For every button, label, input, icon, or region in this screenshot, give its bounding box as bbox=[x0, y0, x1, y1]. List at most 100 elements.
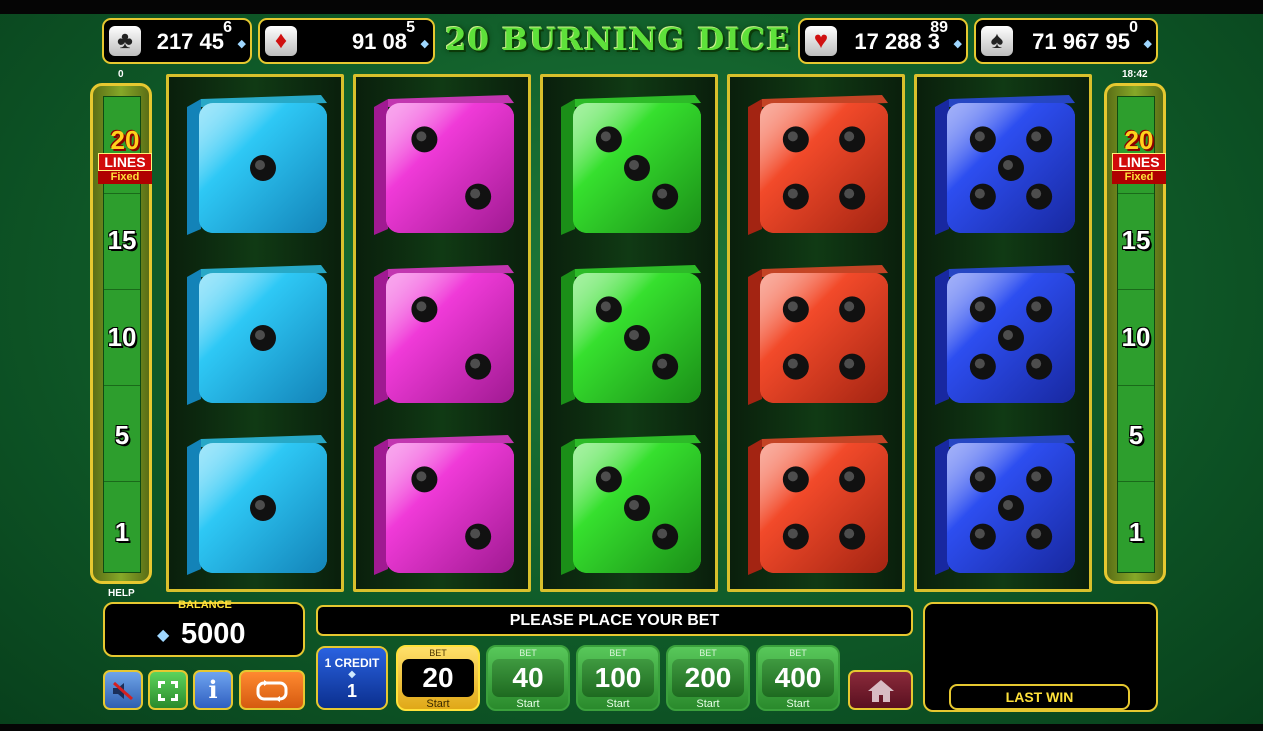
die-face-3 bbox=[557, 263, 705, 409]
divider bbox=[1118, 193, 1154, 194]
bet-button-40[interactable]: BET 40 Start bbox=[486, 645, 570, 711]
lines-badge: 20 LINES Fixed bbox=[1112, 127, 1166, 184]
diamond-gem-icon: ◆ bbox=[420, 38, 429, 50]
line-marker-1: 1 bbox=[1128, 517, 1144, 547]
jackpot-diamond: ♦ 91 08 5 ◆ bbox=[258, 18, 435, 64]
die-face-4 bbox=[744, 93, 892, 239]
bet-start-label: Start bbox=[696, 698, 720, 710]
left-lines-panel: 20 LINES Fixed 15 10 5 1 bbox=[90, 83, 152, 584]
divider bbox=[104, 481, 140, 482]
jackpot-amount: 71 967 95 bbox=[1032, 29, 1130, 54]
die-face-5 bbox=[931, 93, 1079, 239]
sound-off-icon bbox=[110, 679, 136, 701]
bet-value: 20 bbox=[402, 659, 474, 697]
jackpot-amount: 17 288 3 bbox=[854, 29, 940, 54]
heart-icon: ♥ bbox=[805, 26, 837, 56]
divider bbox=[1118, 289, 1154, 290]
top-black-strip bbox=[0, 0, 1263, 14]
divider bbox=[1118, 385, 1154, 386]
diamond-icon: ♦ bbox=[265, 26, 297, 56]
lines-count: 20 bbox=[1124, 125, 1154, 155]
die-face-4 bbox=[744, 433, 892, 579]
lines-label: LINES bbox=[98, 153, 152, 171]
bet-button-100[interactable]: BET 100 Start bbox=[576, 645, 660, 711]
die-face-1 bbox=[183, 433, 331, 579]
diamond-gem-icon: ◆ bbox=[348, 669, 356, 680]
bet-value: 40 bbox=[492, 659, 564, 697]
die-face-1 bbox=[183, 93, 331, 239]
diamond-gem-icon: ◆ bbox=[157, 627, 170, 644]
balance-label: BALANCE bbox=[178, 599, 232, 611]
reel-1 bbox=[166, 74, 344, 592]
reel-4 bbox=[727, 74, 905, 592]
line-marker-5: 5 bbox=[114, 420, 130, 450]
lines-label: LINES bbox=[1112, 153, 1166, 171]
bet-top-label: BET bbox=[699, 648, 717, 658]
reel-3 bbox=[540, 74, 718, 592]
jackpot-superscript: 5 bbox=[406, 19, 415, 36]
sound-toggle-button[interactable] bbox=[103, 670, 143, 710]
bet-value: 200 bbox=[672, 659, 744, 697]
jackpot-superscript: 89 bbox=[930, 19, 948, 36]
fullscreen-icon bbox=[156, 679, 180, 701]
divider bbox=[1118, 481, 1154, 482]
info-button[interactable]: i bbox=[193, 670, 233, 710]
left-lines-track: 20 LINES Fixed 15 10 5 1 bbox=[98, 96, 152, 573]
jackpot-amount: 91 08 bbox=[351, 29, 407, 54]
bet-button-400[interactable]: BET 400 Start bbox=[756, 645, 840, 711]
die-face-3 bbox=[557, 433, 705, 579]
credit-value: 1 bbox=[346, 681, 357, 701]
jackpot-amount: 217 45 bbox=[156, 29, 224, 54]
lines-badge: 20 LINES Fixed bbox=[98, 127, 152, 184]
line-marker-15: 15 bbox=[1121, 225, 1151, 255]
die-face-5 bbox=[931, 433, 1079, 579]
credit-label: 1 CREDIT bbox=[324, 656, 380, 670]
autoplay-icon bbox=[254, 679, 290, 702]
clock: 18:42 bbox=[1122, 69, 1148, 80]
jackpot-heart: ♥ 17 288 3 89 ◆ bbox=[798, 18, 968, 64]
lines-count: 20 bbox=[110, 125, 140, 155]
bet-start-label: Start bbox=[426, 698, 450, 710]
die-face-3 bbox=[557, 93, 705, 239]
bet-top-label: BET bbox=[429, 648, 447, 658]
bet-button-200[interactable]: BET 200 Start bbox=[666, 645, 750, 711]
autoplay-button[interactable] bbox=[239, 670, 305, 710]
divider bbox=[104, 193, 140, 194]
bet-button-20[interactable]: BET 20 Start bbox=[396, 645, 480, 711]
bet-start-label: Start bbox=[606, 698, 630, 710]
line-marker-1: 1 bbox=[114, 517, 130, 547]
status-message: PLEASE PLACE YOUR BET bbox=[316, 605, 913, 636]
right-lines-track: 20 LINES Fixed 15 10 5 1 bbox=[1112, 96, 1166, 573]
bet-start-label: Start bbox=[786, 698, 810, 710]
bet-value: 100 bbox=[582, 659, 654, 697]
balance-value: 5000 bbox=[181, 618, 246, 650]
credit-denomination-button[interactable]: 1 CREDIT ◆ 1 bbox=[316, 646, 388, 710]
die-face-4 bbox=[744, 263, 892, 409]
home-button[interactable] bbox=[848, 670, 913, 710]
game-logo: 20 BURNING DICE bbox=[444, 22, 792, 58]
jackpot-spade: ♠ 71 967 95 0 ◆ bbox=[974, 18, 1158, 64]
die-face-1 bbox=[183, 263, 331, 409]
divider bbox=[104, 289, 140, 290]
reel-2 bbox=[353, 74, 531, 592]
fixed-label: Fixed bbox=[1112, 171, 1166, 184]
jackpot-club: ♣ 217 45 6 ◆ bbox=[102, 18, 252, 64]
last-win-panel: LAST WIN bbox=[923, 602, 1158, 712]
reel-5 bbox=[914, 74, 1092, 592]
die-face-2 bbox=[370, 93, 518, 239]
last-win-label: LAST WIN bbox=[949, 684, 1130, 710]
home-icon bbox=[866, 676, 896, 703]
spade-icon: ♠ bbox=[981, 26, 1013, 56]
diamond-gem-icon: ◆ bbox=[953, 38, 962, 50]
fullscreen-button[interactable] bbox=[148, 670, 188, 710]
bet-start-label: Start bbox=[516, 698, 540, 710]
jackpot-superscript: 0 bbox=[1129, 19, 1138, 36]
jackpot-superscript: 6 bbox=[223, 19, 232, 36]
die-face-5 bbox=[931, 263, 1079, 409]
help-label[interactable]: HELP bbox=[108, 588, 135, 599]
divider bbox=[104, 385, 140, 386]
right-lines-panel: 20 LINES Fixed 15 10 5 1 bbox=[1104, 83, 1166, 584]
club-icon: ♣ bbox=[109, 26, 141, 56]
left-counter: 0 bbox=[118, 69, 124, 80]
line-marker-5: 5 bbox=[1128, 420, 1144, 450]
